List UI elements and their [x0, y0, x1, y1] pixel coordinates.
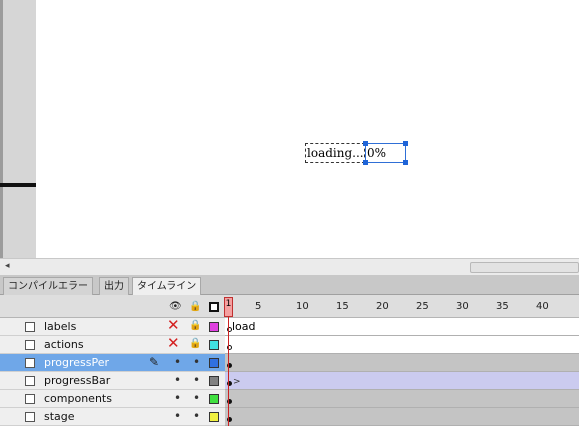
panel-tabs: コンパイルエラー 出力 タイムライン	[0, 275, 579, 296]
layer-labels[interactable]: labels ✕ 🔒 load	[0, 317, 579, 336]
layer-frames[interactable]	[225, 408, 579, 426]
playhead[interactable]: 1	[224, 297, 233, 317]
hidden-x-icon[interactable]: ✕	[167, 335, 180, 352]
frame-number: 5	[255, 301, 262, 312]
selection-handle[interactable]	[363, 141, 368, 146]
layer-frames[interactable]	[225, 390, 579, 408]
layer-color-swatch[interactable]	[209, 322, 219, 332]
layer-icon	[25, 412, 35, 422]
tween-arrow-icon: >	[233, 377, 241, 387]
layer-progressPer[interactable]: progressPer ✎ • •	[0, 354, 579, 372]
lock-dot[interactable]: •	[193, 408, 200, 425]
layer-name[interactable]: stage	[44, 410, 75, 423]
layer-row-left: stage • •	[0, 408, 225, 426]
frame-number: 35	[496, 301, 509, 312]
tab-output[interactable]: 出力	[99, 277, 129, 295]
lock-dot[interactable]: •	[193, 372, 200, 389]
layer-color-swatch[interactable]	[209, 358, 219, 368]
frame-number: 30	[456, 301, 469, 312]
layer-actions[interactable]: actions ✕ 🔒	[0, 335, 579, 354]
layer-progressBar[interactable]: progressBar • • >	[0, 372, 579, 390]
lock-icon[interactable]: 🔒	[189, 320, 201, 331]
layer-stage[interactable]: stage • •	[0, 408, 579, 426]
scroll-left-arrow-icon[interactable]: ◂	[5, 261, 10, 271]
frame-number: 40	[536, 301, 549, 312]
frame-label: load	[232, 320, 256, 333]
tab-compile-errors[interactable]: コンパイルエラー	[3, 277, 93, 295]
outline-icon[interactable]	[209, 302, 219, 312]
scroll-thumb[interactable]	[470, 262, 579, 273]
layer-icon	[25, 394, 35, 404]
lock-icon[interactable]: 🔒	[189, 301, 201, 312]
visibility-dot[interactable]: •	[174, 372, 181, 389]
layer-icon	[25, 376, 35, 386]
timeline-layers: labels ✕ 🔒 load actions ✕ 🔒 progressPer …	[0, 317, 579, 426]
pencil-icon: ✎	[149, 355, 160, 369]
layer-icon	[25, 358, 35, 368]
layer-icon	[25, 340, 35, 350]
selection-handle[interactable]	[403, 160, 408, 165]
frame-number: 20	[376, 301, 389, 312]
timeline-header: 👁 🔒 1 5 10 15 20 25 30 35 40	[0, 295, 579, 318]
stage-canvas[interactable]	[36, 0, 579, 258]
layer-row-left: components • •	[0, 390, 225, 408]
layer-name[interactable]: progressBar	[44, 374, 110, 387]
layer-name[interactable]: labels	[44, 320, 76, 333]
layer-color-swatch[interactable]	[209, 376, 219, 386]
layer-components[interactable]: components • •	[0, 390, 579, 408]
layer-frames[interactable]: >	[225, 372, 579, 390]
lock-dot[interactable]: •	[193, 354, 200, 371]
frame-number: 10	[296, 301, 309, 312]
layer-row-left: labels ✕ 🔒	[0, 317, 225, 336]
loading-textfield[interactable]: loading...	[305, 143, 365, 163]
selection-handle[interactable]	[363, 160, 368, 165]
visibility-dot[interactable]: •	[174, 408, 181, 425]
layer-color-swatch[interactable]	[209, 394, 219, 404]
lock-icon[interactable]: 🔒	[189, 338, 201, 349]
flash-editor: loading... 0% ◂ コンパイルエラー 出力 タイムライン 👁 🔒 1…	[0, 0, 579, 426]
visibility-dot[interactable]: •	[174, 354, 181, 371]
layer-color-swatch[interactable]	[209, 340, 219, 350]
layer-frames[interactable]	[225, 354, 579, 372]
playhead-line	[228, 317, 229, 426]
layer-icon	[25, 322, 35, 332]
selection-handle[interactable]	[403, 141, 408, 146]
frame-number: 15	[336, 301, 349, 312]
stage-hscrollbar[interactable]: ◂	[0, 258, 579, 275]
percent-textfield[interactable]: 0%	[365, 143, 406, 163]
hidden-x-icon[interactable]: ✕	[167, 317, 180, 334]
layer-frames[interactable]	[225, 336, 579, 354]
stage-area: loading... 0%	[0, 0, 579, 258]
layer-frames[interactable]: load	[225, 318, 579, 336]
layer-row-left: progressPer ✎ • •	[0, 354, 225, 372]
layer-name[interactable]: components	[44, 392, 112, 405]
visibility-dot[interactable]: •	[174, 390, 181, 407]
tab-timeline[interactable]: タイムライン	[132, 277, 202, 296]
layer-row-left: actions ✕ 🔒	[0, 335, 225, 354]
stage-marker-bar	[0, 183, 36, 187]
layer-name[interactable]: actions	[44, 338, 84, 351]
frame-number: 25	[416, 301, 429, 312]
layer-row-left: progressBar • •	[0, 372, 225, 390]
eye-icon[interactable]: 👁	[169, 301, 182, 312]
layer-name[interactable]: progressPer	[44, 356, 109, 369]
pasteboard-left	[3, 0, 36, 258]
layer-color-swatch[interactable]	[209, 412, 219, 422]
lock-dot[interactable]: •	[193, 390, 200, 407]
